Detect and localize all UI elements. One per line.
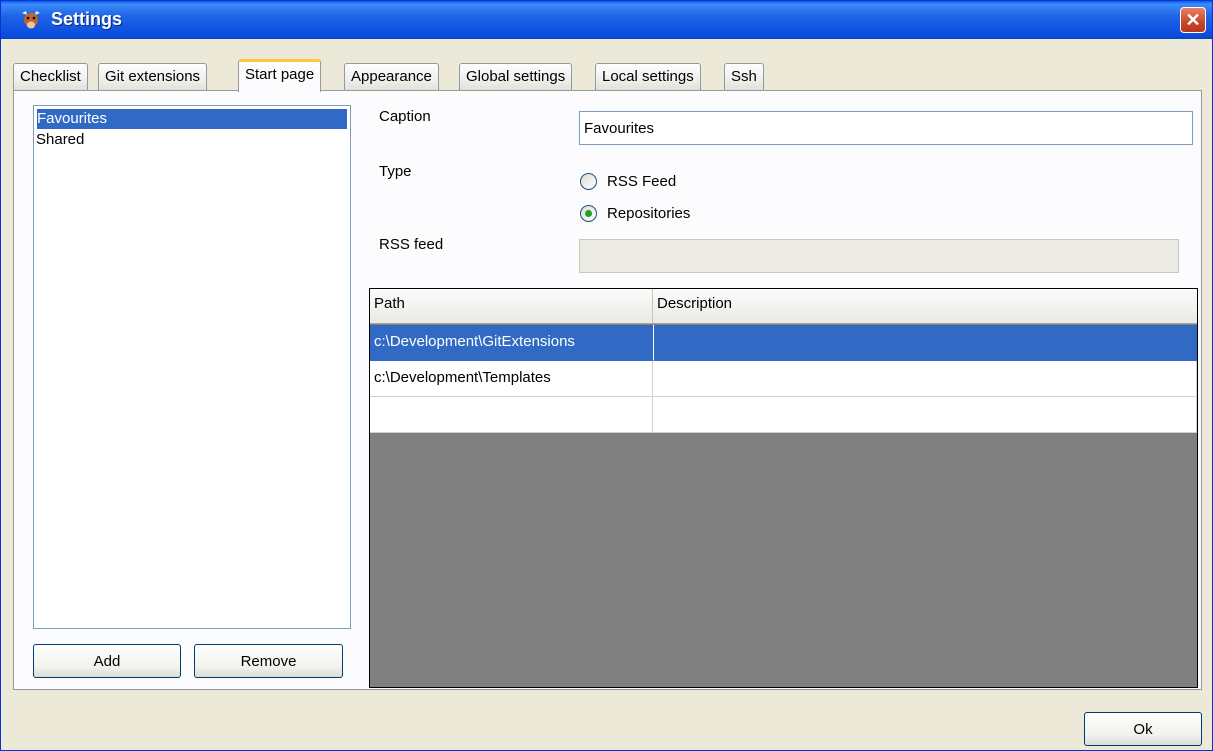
description-cell[interactable]: [653, 397, 1197, 433]
rss-feed-label: RSS feed: [379, 236, 444, 253]
list-item-favourites[interactable]: Favourites: [37, 109, 347, 129]
path-cell[interactable]: c:\Development\GitExtensions: [370, 325, 653, 361]
caption-label: Caption: [379, 108, 431, 125]
git-extensions-cow-icon: [22, 11, 40, 29]
list-item-shared[interactable]: Shared: [34, 129, 350, 151]
tab-start-page[interactable]: Start page: [238, 59, 322, 92]
tab-appearance[interactable]: Appearance: [344, 63, 439, 90]
radio-button-checked[interactable]: [580, 205, 597, 222]
path-cell[interactable]: [370, 397, 653, 433]
rss-feed-input: [579, 239, 1179, 273]
radio-rss-feed-label: RSS Feed: [607, 173, 677, 190]
tab-checklist[interactable]: Checklist: [13, 63, 88, 90]
ok-button[interactable]: Ok: [1084, 712, 1202, 746]
description-cell[interactable]: [653, 361, 1197, 397]
tab-git-extensions[interactable]: Git extensions: [98, 63, 208, 90]
close-icon: ✕: [1185, 9, 1201, 30]
description-cell[interactable]: [653, 325, 1197, 361]
table-row[interactable]: c:\Development\GitExtensions: [370, 325, 1197, 361]
tab-ssh[interactable]: Ssh: [724, 63, 764, 90]
type-label: Type: [379, 163, 412, 180]
add-button[interactable]: Add: [33, 644, 181, 678]
window-title: Settings: [51, 9, 123, 29]
tab-global-settings[interactable]: Global settings: [459, 63, 573, 90]
column-header-path[interactable]: Path: [370, 289, 653, 323]
radio-rss-feed[interactable]: RSS Feed: [580, 173, 676, 190]
close-button[interactable]: ✕: [1180, 7, 1206, 33]
grid-header: Path Description: [370, 289, 1197, 324]
table-row[interactable]: c:\Development\Templates: [370, 361, 1197, 397]
caption-input[interactable]: [579, 111, 1193, 145]
radio-repositories[interactable]: Repositories: [580, 205, 690, 222]
radio-repositories-label: Repositories: [607, 205, 691, 222]
settings-window: Settings ✕ Checklist Git extensions Star…: [0, 0, 1213, 751]
radio-dot-icon: [585, 210, 592, 217]
repositories-grid[interactable]: Path Description c:\Development\GitExten…: [369, 288, 1198, 688]
tab-local-settings[interactable]: Local settings: [595, 63, 701, 90]
table-row-new[interactable]: [370, 397, 1197, 433]
category-list[interactable]: Favourites Shared: [33, 105, 351, 629]
column-header-description[interactable]: Description: [653, 289, 1197, 323]
radio-button-unchecked[interactable]: [580, 173, 597, 190]
path-cell[interactable]: c:\Development\Templates: [370, 361, 653, 397]
title-bar[interactable]: Settings ✕: [1, 1, 1212, 39]
remove-button[interactable]: Remove: [194, 644, 343, 678]
